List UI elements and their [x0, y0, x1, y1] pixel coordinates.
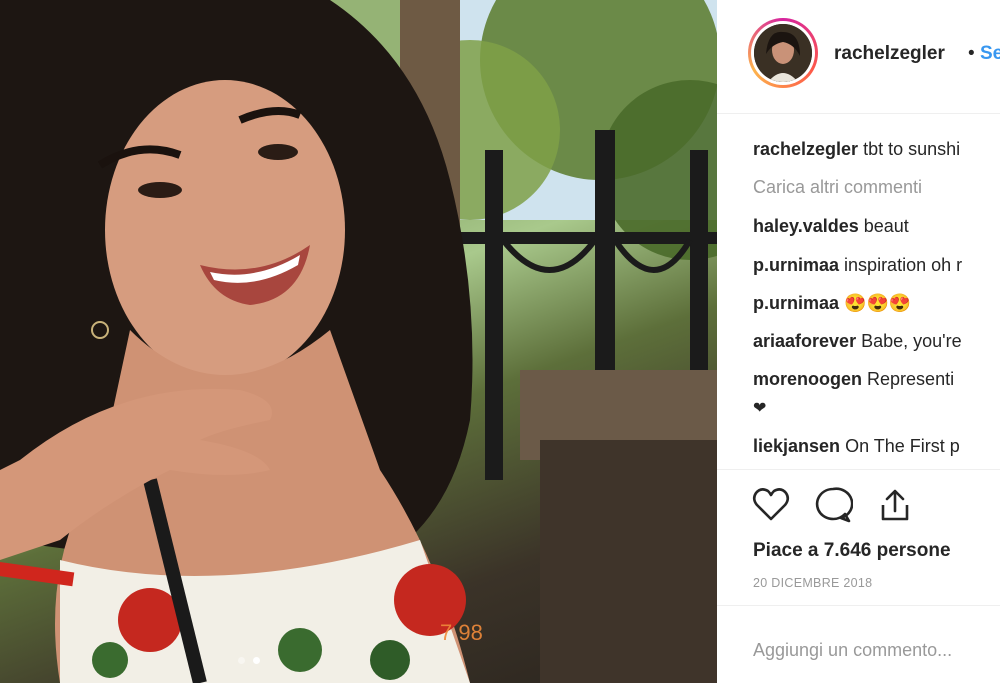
post-header: rachelzegler • Se — [717, 0, 1000, 114]
header-username[interactable]: rachelzegler — [834, 43, 945, 65]
follow-button[interactable]: Se — [980, 43, 1000, 65]
comment-username[interactable]: ariaaforever — [753, 331, 856, 351]
comment-item: p.urnimaa inspiration oh r — [753, 255, 962, 276]
photo-date-overlay: 7 98 — [440, 620, 483, 645]
post-actions: Piace a 7.646 persone 20 DICEMBRE 2018 — [717, 469, 1000, 620]
share-icon[interactable] — [875, 485, 915, 525]
comment-username[interactable]: p.urnimaa — [753, 293, 839, 313]
post-side-panel: rachelzegler • Se rachelzegler tbt to su… — [717, 0, 1000, 683]
comment-username[interactable]: rachelzegler — [753, 139, 858, 159]
comment-item: morenoogen Representi — [753, 369, 954, 390]
carousel-indicator — [238, 657, 268, 667]
comment-username[interactable]: morenoogen — [753, 369, 862, 389]
comment-text: tbt to sunshi — [863, 139, 961, 159]
selfie-photo-image: 7 98 — [0, 0, 717, 683]
carousel-dot[interactable] — [238, 657, 245, 664]
comments-list[interactable]: rachelzegler tbt to sunshi Carica altri … — [717, 113, 1000, 468]
comment-continuation: ❤ — [753, 400, 767, 417]
comment-username[interactable]: p.urnimaa — [753, 255, 839, 275]
likes-count[interactable]: Piace a 7.646 persone — [753, 540, 951, 562]
comment-username[interactable]: haley.valdes — [753, 216, 859, 236]
header-separator: • — [968, 43, 975, 64]
comment-item: liekjansen On The First p — [753, 436, 960, 457]
heart-icon[interactable] — [751, 485, 791, 525]
comment-text: inspiration oh r — [844, 255, 963, 275]
comment-item: haley.valdes beaut — [753, 216, 909, 237]
add-comment-bar — [717, 605, 1000, 683]
comment-caption: rachelzegler tbt to sunshi — [753, 139, 960, 160]
comment-text: beaut — [863, 216, 909, 236]
avatar-image — [754, 24, 812, 82]
add-comment-input[interactable] — [751, 634, 995, 666]
comment-text: Babe, you're — [861, 331, 962, 351]
comment-icon[interactable] — [813, 485, 853, 525]
comment-text: Representi — [867, 369, 955, 389]
post-photo[interactable]: 7 98 — [0, 0, 717, 683]
comment-item: p.urnimaa 😍😍😍 — [753, 293, 911, 314]
load-more-comments-link[interactable]: Carica altri commenti — [753, 177, 922, 198]
comment-text: On The First p — [845, 436, 960, 456]
comment-username[interactable]: liekjansen — [753, 436, 840, 456]
post-date: 20 DICEMBRE 2018 — [753, 576, 873, 590]
carousel-dot-active[interactable] — [253, 657, 260, 664]
comment-item: ariaaforever Babe, you're — [753, 331, 962, 352]
avatar[interactable] — [748, 18, 818, 88]
comment-text: 😍😍😍 — [844, 293, 912, 313]
